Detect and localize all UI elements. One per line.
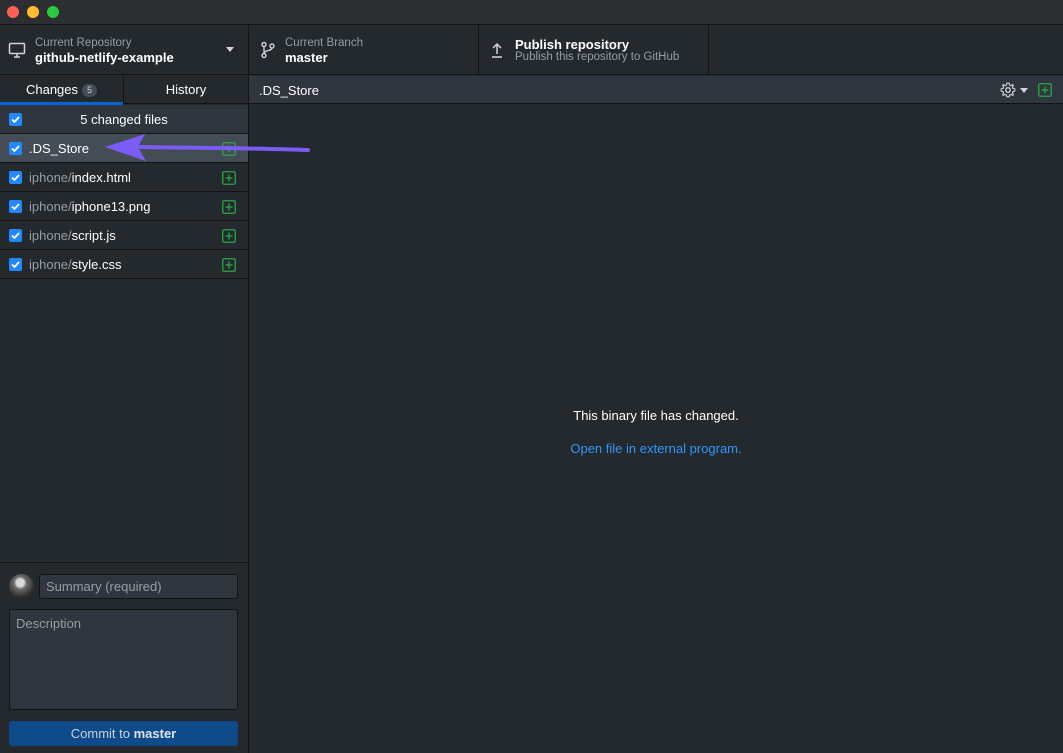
file-directory: iphone/ — [29, 257, 72, 272]
file-basename: iphone13.png — [71, 199, 151, 214]
gear-icon[interactable] — [1000, 82, 1016, 98]
changes-sidebar: Changes 5 History 5 changed files .DS_Sto… — [0, 76, 249, 753]
diff-panel: .DS_Store This binary file has changed. … — [249, 76, 1063, 753]
tab-changes[interactable]: Changes 5 — [0, 76, 124, 105]
file-checkbox[interactable] — [9, 229, 22, 242]
commit-description-input[interactable] — [9, 609, 238, 710]
window-close-button[interactable] — [7, 6, 19, 18]
file-directory: iphone/ — [29, 199, 72, 214]
window-minimize-button[interactable] — [27, 6, 39, 18]
commit-button-prefix: Commit to — [70, 726, 134, 741]
plus-square-icon — [222, 200, 236, 214]
current-repository-label: Current Repository — [35, 37, 132, 49]
file-basename: style.css — [71, 257, 122, 272]
file-name: iphone/style.css — [29, 257, 122, 272]
commit-button[interactable]: Commit to master — [9, 721, 238, 746]
file-name: iphone/script.js — [29, 228, 116, 243]
file-basename: .DS_Store — [29, 141, 89, 156]
file-row-iphone13-png[interactable]: iphone/iphone13.png — [0, 192, 248, 221]
checkmark-icon — [11, 232, 20, 240]
git-branch-icon — [261, 41, 275, 59]
file-checkbox[interactable] — [9, 200, 22, 213]
open-external-link[interactable]: Open file in external program. — [249, 441, 1063, 456]
plus-square-icon — [222, 171, 236, 185]
tab-changes-label: Changes — [25, 82, 79, 97]
file-directory: iphone/ — [29, 170, 72, 185]
tab-history-label: History — [165, 82, 207, 97]
sidebar-tabs: Changes 5 History — [0, 76, 248, 105]
current-repository-button[interactable]: Current Repository github-netlify-exampl… — [0, 25, 249, 75]
file-checkbox[interactable] — [9, 258, 22, 271]
binary-file-message: This binary file has changed. — [573, 408, 739, 423]
changed-file-list: .DS_Store iphone/index.html iphone/iphon… — [0, 134, 248, 279]
plus-square-icon — [222, 229, 236, 243]
changed-files-header: 5 changed files — [0, 105, 248, 134]
avatar — [9, 574, 34, 599]
checkmark-icon — [11, 145, 20, 153]
commit-button-branch: master — [133, 726, 177, 741]
diff-file-path: .DS_Store — [259, 83, 319, 98]
file-name: iphone/iphone13.png — [29, 199, 150, 214]
upload-icon — [492, 42, 502, 58]
plus-square-icon — [222, 258, 236, 272]
file-basename: index.html — [71, 170, 131, 185]
current-branch-label: Current Branch — [285, 37, 363, 49]
chevron-down-icon[interactable] — [1020, 88, 1028, 93]
checkmark-icon — [11, 261, 20, 269]
tab-history[interactable]: History — [124, 76, 248, 104]
checkmark-icon — [11, 174, 20, 182]
file-checkbox[interactable] — [9, 171, 22, 184]
plus-square-icon — [1038, 83, 1052, 97]
file-checkbox[interactable] — [9, 142, 22, 155]
changes-count-badge: 5 — [82, 84, 98, 97]
file-row-script-js[interactable]: iphone/script.js — [0, 221, 248, 250]
diff-header: .DS_Store — [249, 76, 1063, 104]
publish-repository-subtitle: Publish this repository to GitHub — [515, 51, 680, 63]
chevron-down-icon — [226, 47, 234, 52]
file-directory: iphone/ — [29, 228, 72, 243]
computer-icon — [8, 42, 26, 58]
file-row-ds-store[interactable]: .DS_Store — [0, 134, 248, 163]
commit-panel: Commit to master — [0, 562, 248, 753]
plus-square-icon — [222, 142, 236, 156]
toolbar: Current Repository github-netlify-exampl… — [0, 25, 1063, 75]
current-branch-button[interactable]: Current Branch master — [249, 25, 479, 75]
checkmark-icon — [11, 203, 20, 211]
file-row-style-css[interactable]: iphone/style.css — [0, 250, 248, 279]
commit-summary-input[interactable] — [39, 574, 238, 599]
changed-files-count: 5 changed files — [80, 112, 168, 127]
file-basename: script.js — [71, 228, 116, 243]
publish-repository-button[interactable]: Publish repository Publish this reposito… — [479, 25, 709, 75]
current-branch-name: master — [285, 50, 328, 65]
file-name: .DS_Store — [29, 141, 89, 156]
file-row-index-html[interactable]: iphone/index.html — [0, 163, 248, 192]
window-maximize-button[interactable] — [47, 6, 59, 18]
file-name: iphone/index.html — [29, 170, 131, 185]
window-titlebar — [0, 0, 1063, 25]
publish-repository-title: Publish repository — [515, 37, 630, 52]
current-repository-name: github-netlify-example — [35, 50, 174, 65]
